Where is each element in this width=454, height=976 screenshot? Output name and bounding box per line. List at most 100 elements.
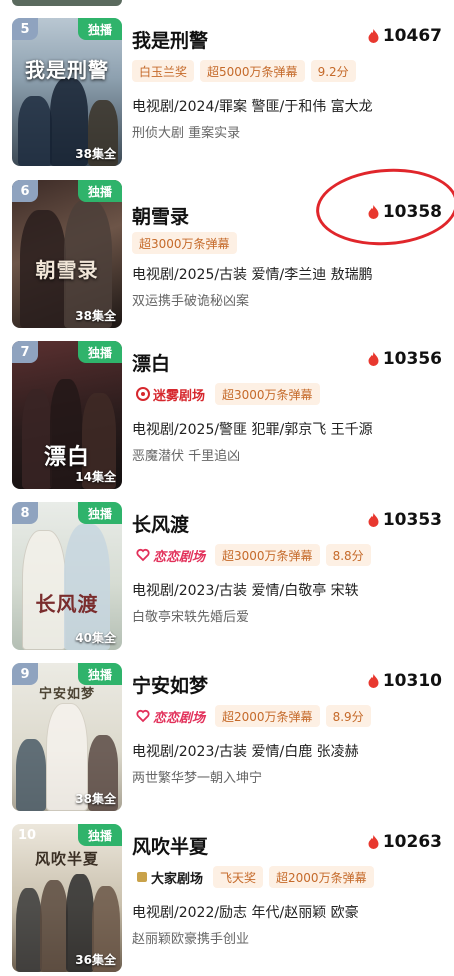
show-title[interactable]: 长风渡: [132, 510, 189, 537]
danmaku-tag: 超2000万条弹幕: [215, 705, 320, 727]
exclusive-badge: 独播: [78, 341, 122, 363]
theater-logo-icon: [137, 872, 147, 882]
list-item[interactable]: 漂白 7 独播 14集全 漂白 10356 迷雾剧场 超3000万条弹幕 电视剧…: [0, 341, 454, 501]
show-meta: 电视剧/2024/罪案 警匪/于和伟 富大龙: [132, 99, 373, 115]
show-description: 恶魔潜伏 千里追凶: [132, 449, 241, 464]
score-tag: 9.2分: [310, 60, 356, 82]
poster-title-text: 我是刑警: [25, 58, 109, 82]
episode-count: 38集全: [75, 309, 116, 323]
show-description: 双运携手破诡秘凶案: [132, 294, 250, 309]
show-title[interactable]: 风吹半夏: [132, 832, 208, 859]
episode-count: 40集全: [75, 631, 116, 645]
show-title[interactable]: 宁安如梦: [132, 671, 208, 698]
heart-theater-icon: [136, 548, 150, 562]
heat-value: 10263: [382, 832, 442, 852]
heat-score: 10467: [368, 26, 442, 46]
episode-count: 36集全: [75, 953, 116, 967]
show-title[interactable]: 朝雪录: [132, 202, 189, 229]
poster-title-text: 风吹半夏: [34, 850, 99, 868]
poster-figure: [16, 739, 46, 811]
award-tag: 白玉兰奖: [132, 60, 195, 82]
list-item[interactable]: 长风渡 8 独播 40集全 长风渡 10353 恋恋剧场 超3000万条弹幕 8…: [0, 502, 454, 662]
tag-row: 迷雾剧场 超3000万条弹幕: [132, 383, 320, 405]
theater-brand: 迷雾剧场: [132, 383, 209, 405]
heat-value: 10310: [382, 671, 442, 691]
flame-icon: [368, 352, 379, 366]
heart-theater-icon: [136, 709, 150, 723]
poster-image[interactable]: 长风渡 8 独播 40集全: [12, 502, 122, 650]
theater-brand: 大家剧场: [132, 866, 207, 888]
poster-title-text: 长风渡: [35, 592, 99, 616]
tag-row: 白玉兰奖 超5000万条弹幕 9.2分: [132, 60, 356, 82]
episode-count: 14集全: [75, 470, 116, 484]
flame-icon: [368, 513, 379, 527]
score-tag: 8.9分: [325, 705, 371, 727]
rank-badge: 9: [12, 663, 38, 685]
score-tag: 8.8分: [325, 544, 371, 566]
poster-image[interactable]: 宁安如梦 9 独播 38集全: [12, 663, 122, 811]
rank-badge: 5: [12, 18, 38, 40]
theater-brand-label: 大家剧场: [151, 871, 204, 887]
exclusive-badge: 独播: [78, 180, 122, 202]
poster-title-text: 朝雪录: [35, 258, 99, 282]
heat-score: 10310: [368, 671, 442, 691]
flame-icon: [368, 835, 379, 849]
tag-row: 恋恋剧场 超2000万条弹幕 8.9分: [132, 705, 371, 727]
show-meta: 电视剧/2025/古装 爱情/李兰迪 敖瑞鹏: [132, 267, 373, 283]
danmaku-tag: 超3000万条弹幕: [215, 383, 320, 405]
episode-count: 38集全: [75, 792, 116, 806]
heat-score: 10356: [368, 349, 442, 369]
exclusive-badge: 独播: [78, 18, 122, 40]
theater-brand-label: 迷雾剧场: [153, 388, 206, 404]
danmaku-tag: 超5000万条弹幕: [200, 60, 305, 82]
heat-value: 10467: [382, 26, 442, 46]
flame-icon: [368, 674, 379, 688]
danmaku-tag: 超2000万条弹幕: [269, 866, 374, 888]
poster-image[interactable]: 风吹半夏 10 独播 36集全: [12, 824, 122, 972]
tag-row: 恋恋剧场 超3000万条弹幕 8.8分: [132, 544, 371, 566]
heat-value: 10353: [382, 510, 442, 530]
show-description: 赵丽颖欧豪携手创业: [132, 932, 250, 947]
exclusive-badge: 独播: [78, 502, 122, 524]
list-item[interactable]: 朝雪录 6 独播 38集全 朝雪录 10358 超3000万条弹幕 电视剧/20…: [0, 180, 454, 340]
danmaku-tag: 超3000万条弹幕: [132, 232, 237, 254]
list-item[interactable]: 我是刑警 5 独播 38集全 我是刑警 10467 白玉兰奖 超5000万条弹幕…: [0, 18, 454, 178]
show-meta: 电视剧/2022/励志 年代/赵丽颖 欧豪: [132, 905, 359, 921]
flame-icon: [368, 205, 379, 219]
show-description: 两世繁华梦一朝入坤宁: [132, 771, 263, 786]
mystery-theater-icon: [136, 387, 150, 401]
tag-row: 超3000万条弹幕: [132, 232, 237, 254]
list-item[interactable]: 风吹半夏 10 独播 36集全 风吹半夏 10263 大家剧场 飞天奖 超200…: [0, 824, 454, 976]
theater-brand-label: 恋恋剧场: [153, 549, 206, 565]
heat-value: 10356: [382, 349, 442, 369]
episode-count: 38集全: [75, 147, 116, 161]
flame-icon: [368, 29, 379, 43]
show-description: 刑侦大剧 重案实录: [132, 126, 241, 141]
poster-figure: [40, 880, 68, 972]
rank-badge: 6: [12, 180, 38, 202]
theater-brand: 恋恋剧场: [132, 544, 209, 566]
show-title[interactable]: 漂白: [132, 349, 170, 376]
heat-value: 10358: [382, 202, 442, 222]
show-description: 白敬亭宋轶先婚后爱: [132, 610, 250, 625]
theater-brand-label: 恋恋剧场: [153, 710, 206, 726]
show-title[interactable]: 我是刑警: [132, 26, 208, 53]
heat-score: 10353: [368, 510, 442, 530]
danmaku-tag: 超3000万条弹幕: [215, 544, 320, 566]
show-meta: 电视剧/2023/古装 爱情/白敬亭 宋轶: [132, 583, 359, 599]
poster-figure: [16, 888, 42, 972]
poster-image[interactable]: 我是刑警 5 独播 38集全: [12, 18, 122, 166]
rank-badge: 10: [17, 827, 37, 843]
poster-title-text: 宁安如梦: [38, 687, 95, 702]
rank-badge: 8: [12, 502, 38, 524]
theater-brand: 恋恋剧场: [132, 705, 209, 727]
list-item[interactable]: 宁安如梦 9 独播 38集全 宁安如梦 10310 恋恋剧场 超2000万条弹幕…: [0, 663, 454, 823]
poster-image[interactable]: 漂白 7 独播 14集全: [12, 341, 122, 489]
award-tag: 飞天奖: [213, 866, 264, 888]
poster-image[interactable]: 朝雪录 6 独播 38集全: [12, 180, 122, 328]
exclusive-badge: 独播: [78, 824, 122, 846]
exclusive-badge: 独播: [78, 663, 122, 685]
tag-row: 大家剧场 飞天奖 超2000万条弹幕: [132, 866, 374, 888]
heat-score: 10358: [368, 202, 442, 222]
poster-figure: [18, 96, 52, 166]
